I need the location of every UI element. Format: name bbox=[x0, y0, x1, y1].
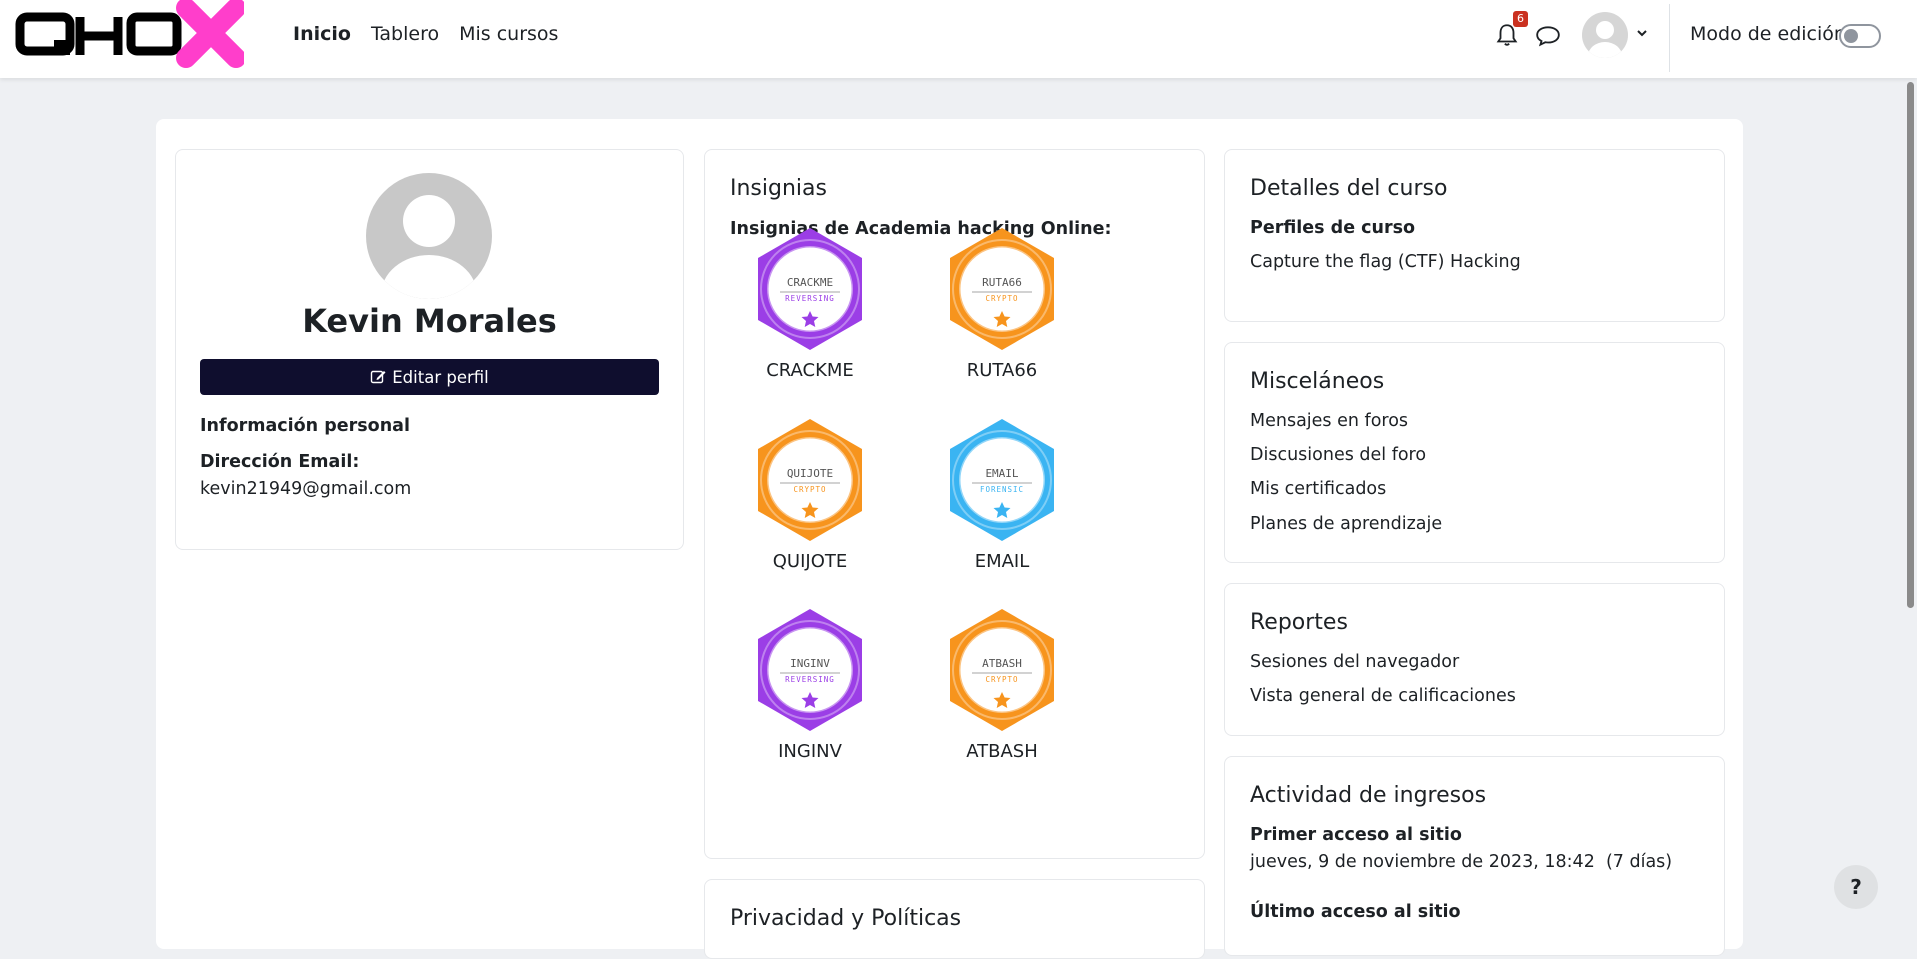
first-access-label: Primer acceso al sitio bbox=[1250, 825, 1462, 845]
badge-label: QUIJOTE bbox=[772, 551, 848, 572]
badge-inginv[interactable]: INGINV REVERSING INGINV bbox=[735, 605, 885, 763]
user-silhouette-icon bbox=[381, 195, 477, 299]
edit-profile-button[interactable]: Editar perfil bbox=[200, 359, 659, 395]
email-value[interactable]: kevin21949@gmail.com bbox=[200, 478, 411, 500]
course-profiles-heading: Perfiles de curso bbox=[1250, 218, 1416, 238]
page-scrollbar[interactable] bbox=[1905, 78, 1915, 927]
reports-link-grades-overview[interactable]: Vista general de calificaciones bbox=[1250, 685, 1516, 707]
help-button[interactable]: ? bbox=[1834, 865, 1878, 909]
profile-name: Kevin Morales bbox=[302, 302, 557, 340]
badges-title: Insignias bbox=[730, 176, 827, 201]
badge-hexagon-icon: QUIJOTE CRYPTO bbox=[758, 419, 862, 541]
profile-card: Kevin Morales Editar perfil Información … bbox=[175, 149, 684, 550]
misc-link-forum-discussions[interactable]: Discusiones del foro bbox=[1250, 444, 1426, 466]
nav-tablero[interactable]: Tablero bbox=[361, 22, 449, 46]
badge-quijote[interactable]: QUIJOTE CRYPTO QUIJOTE bbox=[735, 415, 885, 573]
badge-category-text: CRYPTO bbox=[985, 675, 1018, 684]
course-link-ctf[interactable]: Capture the flag (CTF) Hacking bbox=[1250, 251, 1521, 273]
badge-hexagon-icon: INGINV REVERSING bbox=[758, 609, 862, 731]
login-activity-title: Actividad de ingresos bbox=[1250, 783, 1487, 808]
nav-inicio[interactable]: Inicio bbox=[283, 22, 361, 46]
badge-crackme[interactable]: CRACKME REVERSING CRACKME bbox=[735, 224, 885, 382]
misc-card: Misceláneos Mensajes en foros Discusione… bbox=[1224, 342, 1725, 563]
user-silhouette-icon bbox=[1588, 21, 1622, 58]
badge-category-text: REVERSING bbox=[785, 675, 835, 684]
badge-hexagon-icon: ATBASH CRYPTO bbox=[950, 609, 1054, 731]
badge-title-text: ATBASH bbox=[982, 657, 1022, 670]
user-avatar[interactable] bbox=[1582, 12, 1628, 58]
badge-category-text: FORENSIC bbox=[980, 485, 1024, 494]
badge-hexagon-icon: RUTA66 CRYPTO bbox=[950, 228, 1054, 350]
scrollbar-thumb[interactable] bbox=[1907, 82, 1914, 608]
personal-info-heading: Información personal bbox=[200, 416, 410, 436]
last-access-label: Último acceso al sitio bbox=[1250, 902, 1461, 922]
badge-category-text: REVERSING bbox=[785, 294, 835, 303]
email-label: Dirección Email: bbox=[200, 452, 360, 472]
badge-title-text: QUIJOTE bbox=[787, 467, 833, 480]
badge-label: EMAIL bbox=[974, 551, 1030, 572]
badge-hexagon-icon: EMAIL FORENSIC bbox=[950, 419, 1054, 541]
primary-navigation: Inicio Tablero Mis cursos bbox=[283, 22, 568, 46]
first-access-value: jueves, 9 de noviembre de 2023, 18:42 (7… bbox=[1250, 852, 1673, 872]
badge-label: CRACKME bbox=[766, 360, 854, 381]
course-details-card: Detalles del curso Perfiles de curso Cap… bbox=[1224, 149, 1725, 322]
badge-title-text: CRACKME bbox=[787, 276, 833, 289]
badge-title-text: INGINV bbox=[790, 657, 830, 670]
misc-link-certificates[interactable]: Mis certificados bbox=[1250, 478, 1386, 500]
edit-pencil-icon bbox=[371, 370, 386, 384]
badge-label: INGINV bbox=[778, 741, 842, 762]
badge-title-text: EMAIL bbox=[985, 467, 1018, 480]
toggle-knob bbox=[1844, 29, 1858, 43]
privacy-title: Privacidad y Políticas bbox=[730, 906, 962, 931]
notification-count-badge: 6 bbox=[1513, 11, 1528, 27]
badge-label: RUTA66 bbox=[966, 360, 1038, 381]
course-details-title: Detalles del curso bbox=[1250, 176, 1448, 201]
profile-avatar bbox=[366, 173, 492, 299]
badge-ruta66[interactable]: RUTA66 CRYPTO RUTA66 bbox=[927, 224, 1077, 382]
navbar-divider bbox=[1669, 4, 1670, 72]
badge-label: ATBASH bbox=[966, 741, 1038, 762]
badge-category-text: CRYPTO bbox=[793, 485, 826, 494]
badge-category-text: CRYPTO bbox=[985, 294, 1018, 303]
nav-mis-cursos[interactable]: Mis cursos bbox=[449, 22, 568, 46]
site-logo[interactable] bbox=[14, 0, 244, 78]
messages-chat-icon[interactable] bbox=[1535, 24, 1561, 48]
login-activity-card: Actividad de ingresos Primer acceso al s… bbox=[1224, 756, 1725, 956]
privacy-card: Privacidad y Políticas bbox=[704, 879, 1205, 959]
misc-title: Misceláneos bbox=[1250, 369, 1385, 394]
top-navbar: Inicio Tablero Mis cursos 6 Modo de edic… bbox=[0, 0, 1917, 78]
edit-profile-label: Editar perfil bbox=[392, 367, 489, 387]
edit-mode-label: Modo de edición bbox=[1690, 23, 1846, 45]
chevron-down-icon[interactable] bbox=[1636, 28, 1648, 38]
misc-link-learning-plans[interactable]: Planes de aprendizaje bbox=[1250, 513, 1442, 535]
badge-email[interactable]: EMAIL FORENSIC EMAIL bbox=[927, 415, 1077, 573]
reports-link-browser-sessions[interactable]: Sesiones del navegador bbox=[1250, 651, 1459, 673]
misc-link-forum-posts[interactable]: Mensajes en foros bbox=[1250, 410, 1408, 432]
badge-hexagon-icon: CRACKME REVERSING bbox=[758, 228, 862, 350]
badge-title-text: RUTA66 bbox=[982, 276, 1022, 289]
edit-mode-toggle[interactable] bbox=[1839, 24, 1881, 48]
badges-card: Insignias Insignias de Academia hacking … bbox=[704, 149, 1205, 859]
badge-atbash[interactable]: ATBASH CRYPTO ATBASH bbox=[927, 605, 1077, 763]
reports-card: Reportes Sesiones del navegador Vista ge… bbox=[1224, 583, 1725, 736]
reports-title: Reportes bbox=[1250, 610, 1348, 635]
